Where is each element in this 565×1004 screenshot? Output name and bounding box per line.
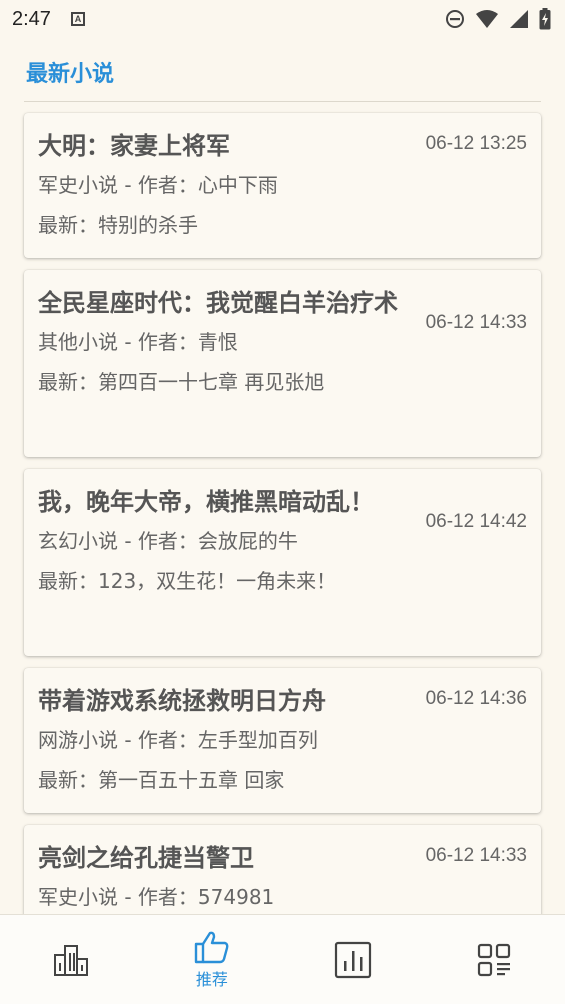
nav-recommend-label: 推荐 bbox=[195, 969, 228, 989]
novel-title: 带着游戏系统拯救明日方舟 bbox=[38, 687, 326, 715]
ranking-icon bbox=[53, 944, 88, 976]
novel-update-time: 06-12 13:25 bbox=[425, 133, 527, 154]
novel-update-time: 06-12 14:42 bbox=[425, 511, 527, 532]
novel-latest-chapter: 最新：第一百五十五章 回家 bbox=[38, 768, 285, 792]
nav-ranking[interactable] bbox=[0, 915, 141, 1004]
bottom-nav: 推荐 bbox=[0, 914, 565, 1004]
notification-a-icon: A bbox=[70, 12, 85, 26]
status-icons bbox=[445, 8, 551, 30]
nav-stats[interactable] bbox=[283, 915, 424, 1004]
novel-title: 大明：家妻上将军 bbox=[38, 132, 230, 160]
novel-latest-chapter: 最新：特别的杀手 bbox=[38, 213, 198, 237]
chart-icon bbox=[335, 941, 372, 978]
novel-category-author: 网游小说 - 作者：左手型加百列 bbox=[38, 728, 318, 752]
novel-title: 我，晚年大帝，横推黑暗动乱！ bbox=[38, 488, 374, 516]
novel-latest-chapter: 最新：第四百一十七章 再见张旭 bbox=[38, 370, 325, 394]
novel-card[interactable]: 带着游戏系统拯救明日方舟 06-12 14:36 网游小说 - 作者：左手型加百… bbox=[24, 668, 541, 813]
novel-title: 全民星座时代：我觉醒白羊治疗术 bbox=[38, 289, 398, 317]
section-title: 最新小说 bbox=[26, 62, 115, 87]
nav-recommend[interactable]: 推荐 bbox=[141, 915, 282, 1004]
wifi-icon bbox=[476, 10, 498, 28]
novel-update-time: 06-12 14:33 bbox=[425, 845, 527, 866]
category-icon bbox=[478, 943, 511, 976]
novel-card[interactable]: 大明：家妻上将军 06-12 13:25 军史小说 - 作者：心中下雨 最新：特… bbox=[24, 113, 541, 258]
signal-icon bbox=[510, 10, 528, 28]
section-divider bbox=[24, 101, 541, 102]
novel-title: 亮剑之给孔捷当警卫 bbox=[38, 844, 254, 872]
novel-update-time: 06-12 14:36 bbox=[425, 688, 527, 709]
novel-card[interactable]: 我，晚年大帝，横推黑暗动乱！ 06-12 14:42 玄幻小说 - 作者：会放屁… bbox=[24, 469, 541, 656]
novel-latest-chapter: 最新：123，双生花！一角未来！ bbox=[38, 569, 337, 593]
novel-card[interactable]: 全民星座时代：我觉醒白羊治疗术 06-12 14:33 其他小说 - 作者：青恨… bbox=[24, 270, 541, 457]
nav-category[interactable] bbox=[424, 915, 565, 1004]
do-not-disturb-icon bbox=[446, 10, 464, 28]
thumbs-up-icon bbox=[194, 931, 229, 963]
novel-list[interactable]: 大明：家妻上将军 06-12 13:25 军史小说 - 作者：心中下雨 最新：特… bbox=[24, 113, 541, 982]
status-bar: 2:47 A bbox=[0, 0, 565, 38]
battery-charging-icon bbox=[539, 8, 551, 30]
novel-category-author: 军史小说 - 作者：心中下雨 bbox=[38, 173, 278, 197]
status-time: 2:47 bbox=[12, 7, 51, 30]
novel-category-author: 军史小说 - 作者：574981 bbox=[38, 885, 275, 909]
novel-update-time: 06-12 14:33 bbox=[425, 312, 527, 333]
